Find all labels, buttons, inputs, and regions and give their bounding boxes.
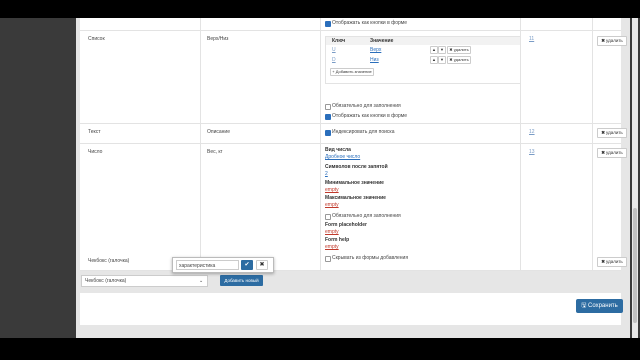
checkbox[interactable]: [325, 130, 331, 136]
close-icon: ✖: [601, 38, 605, 43]
add-new-button[interactable]: Добавить новый: [220, 275, 263, 286]
field-type-select[interactable]: Чекбокс (галочка) ⌄: [81, 275, 208, 287]
min-value[interactable]: empty: [325, 187, 339, 193]
option-key[interactable]: D: [332, 57, 336, 63]
close-icon: ✖: [449, 47, 453, 52]
max-label: Максимальное значение: [325, 195, 386, 201]
delete-field-button[interactable]: ✖удалить: [597, 128, 627, 138]
options-table: Ключ Значение U Верх ▲ ▼ ✖ удалить D Низ…: [325, 36, 521, 84]
screen: Отображать как кнопки в форме Список Вер…: [0, 18, 640, 338]
checkbox-label: Обязательно для заполнения: [332, 213, 401, 219]
help-label: Form help: [325, 237, 350, 243]
delete-label: удалить: [606, 130, 623, 135]
save-label: Сохранить: [587, 303, 618, 309]
close-icon: ✖: [601, 259, 605, 264]
number-type-label: Вид числа: [325, 147, 351, 153]
checkbox-label: Обязательно для заполнения: [332, 103, 401, 109]
field-name[interactable]: Чекбокс (галочка): [88, 258, 129, 264]
header-key: Ключ: [332, 38, 346, 44]
divider: [80, 143, 621, 144]
delete-label: удалить: [453, 57, 469, 62]
checkbox[interactable]: [325, 21, 331, 27]
option-key[interactable]: U: [332, 47, 336, 53]
placeholder-value[interactable]: empty: [325, 229, 339, 235]
divider: [80, 30, 621, 31]
input-value: характеристика: [179, 263, 216, 269]
field-index[interactable]: 11: [529, 36, 534, 42]
move-up-icon[interactable]: ▲: [430, 46, 438, 54]
help-value[interactable]: empty: [325, 244, 339, 250]
save-bar: [80, 293, 621, 325]
decimals-value[interactable]: 2: [325, 171, 328, 177]
cancel-button[interactable]: ✖: [256, 260, 268, 270]
decimals-label: Символов после запятой: [325, 164, 388, 170]
delete-label: удалить: [606, 259, 623, 264]
delete-option-button[interactable]: ✖ удалить: [447, 56, 471, 64]
options-header: [326, 37, 520, 45]
field-description[interactable]: Верх/Низ: [207, 36, 228, 42]
close-icon: ✖: [601, 150, 605, 155]
fields-table: Отображать как кнопки в форме Список Вер…: [80, 18, 627, 271]
move-down-icon[interactable]: ▼: [438, 46, 446, 54]
divider: [80, 270, 621, 271]
field-index[interactable]: 13: [529, 149, 535, 155]
delete-option-button[interactable]: ✖ удалить: [447, 46, 471, 54]
delete-label: удалить: [453, 47, 469, 52]
checkbox-label: Индексировать для поиска: [332, 129, 395, 135]
checkbox[interactable]: [325, 104, 331, 110]
field-name[interactable]: Текст: [88, 129, 101, 135]
select-value: Чекбокс (галочка): [85, 278, 127, 284]
move-up-icon[interactable]: ▲: [430, 56, 438, 64]
field-description[interactable]: Описание: [207, 129, 230, 135]
checkbox[interactable]: [325, 114, 331, 120]
check-icon: ✔: [244, 262, 250, 268]
delete-field-button[interactable]: ✖удалить: [597, 36, 627, 46]
close-icon: ✖: [449, 57, 453, 62]
chevron-down-icon: ⌄: [199, 278, 204, 284]
divider: [592, 18, 593, 270]
placeholder-label: Form placeholder: [325, 222, 367, 228]
close-icon: ✖: [259, 262, 265, 268]
header-value: Значение: [370, 38, 394, 44]
scrollbar-thumb[interactable]: [633, 208, 637, 323]
option-value[interactable]: Верх: [370, 47, 381, 53]
delete-label: удалить: [606, 150, 623, 155]
option-value[interactable]: Низ: [370, 57, 379, 63]
divider: [320, 18, 321, 270]
delete-field-button[interactable]: ✖удалить: [597, 257, 627, 267]
checkbox-label: Скрывать из формы добавления: [332, 255, 409, 261]
checkbox[interactable]: [325, 214, 331, 220]
description-input[interactable]: характеристика: [176, 260, 239, 270]
divider: [200, 18, 201, 270]
delete-field-button[interactable]: ✖удалить: [597, 148, 627, 158]
checkbox-label: Отображать как кнопки в форме: [332, 20, 408, 26]
add-value-button[interactable]: + Добавить значение: [330, 68, 374, 76]
floppy-icon: 🖫: [581, 303, 587, 309]
field-description[interactable]: Вес, кг: [207, 149, 222, 155]
checkbox[interactable]: [325, 256, 331, 262]
confirm-button[interactable]: ✔: [241, 260, 253, 270]
max-value[interactable]: empty: [325, 202, 339, 208]
checkbox-label: Отображать как кнопки в форме: [332, 113, 408, 119]
delete-label: удалить: [606, 38, 623, 43]
page: Отображать как кнопки в форме Список Вер…: [76, 18, 630, 338]
min-label: Минимальное значение: [325, 180, 384, 186]
field-index[interactable]: 12: [529, 129, 535, 135]
move-down-icon[interactable]: ▼: [438, 56, 446, 64]
close-icon: ✖: [601, 130, 605, 135]
field-name[interactable]: Число: [88, 149, 102, 155]
number-type-value[interactable]: Дробное число: [325, 154, 360, 160]
field-name[interactable]: Список: [88, 36, 105, 42]
save-button[interactable]: 🖫 Сохранить: [576, 299, 623, 313]
inline-editor: характеристика ✔ ✖: [172, 257, 274, 273]
divider: [80, 123, 621, 124]
